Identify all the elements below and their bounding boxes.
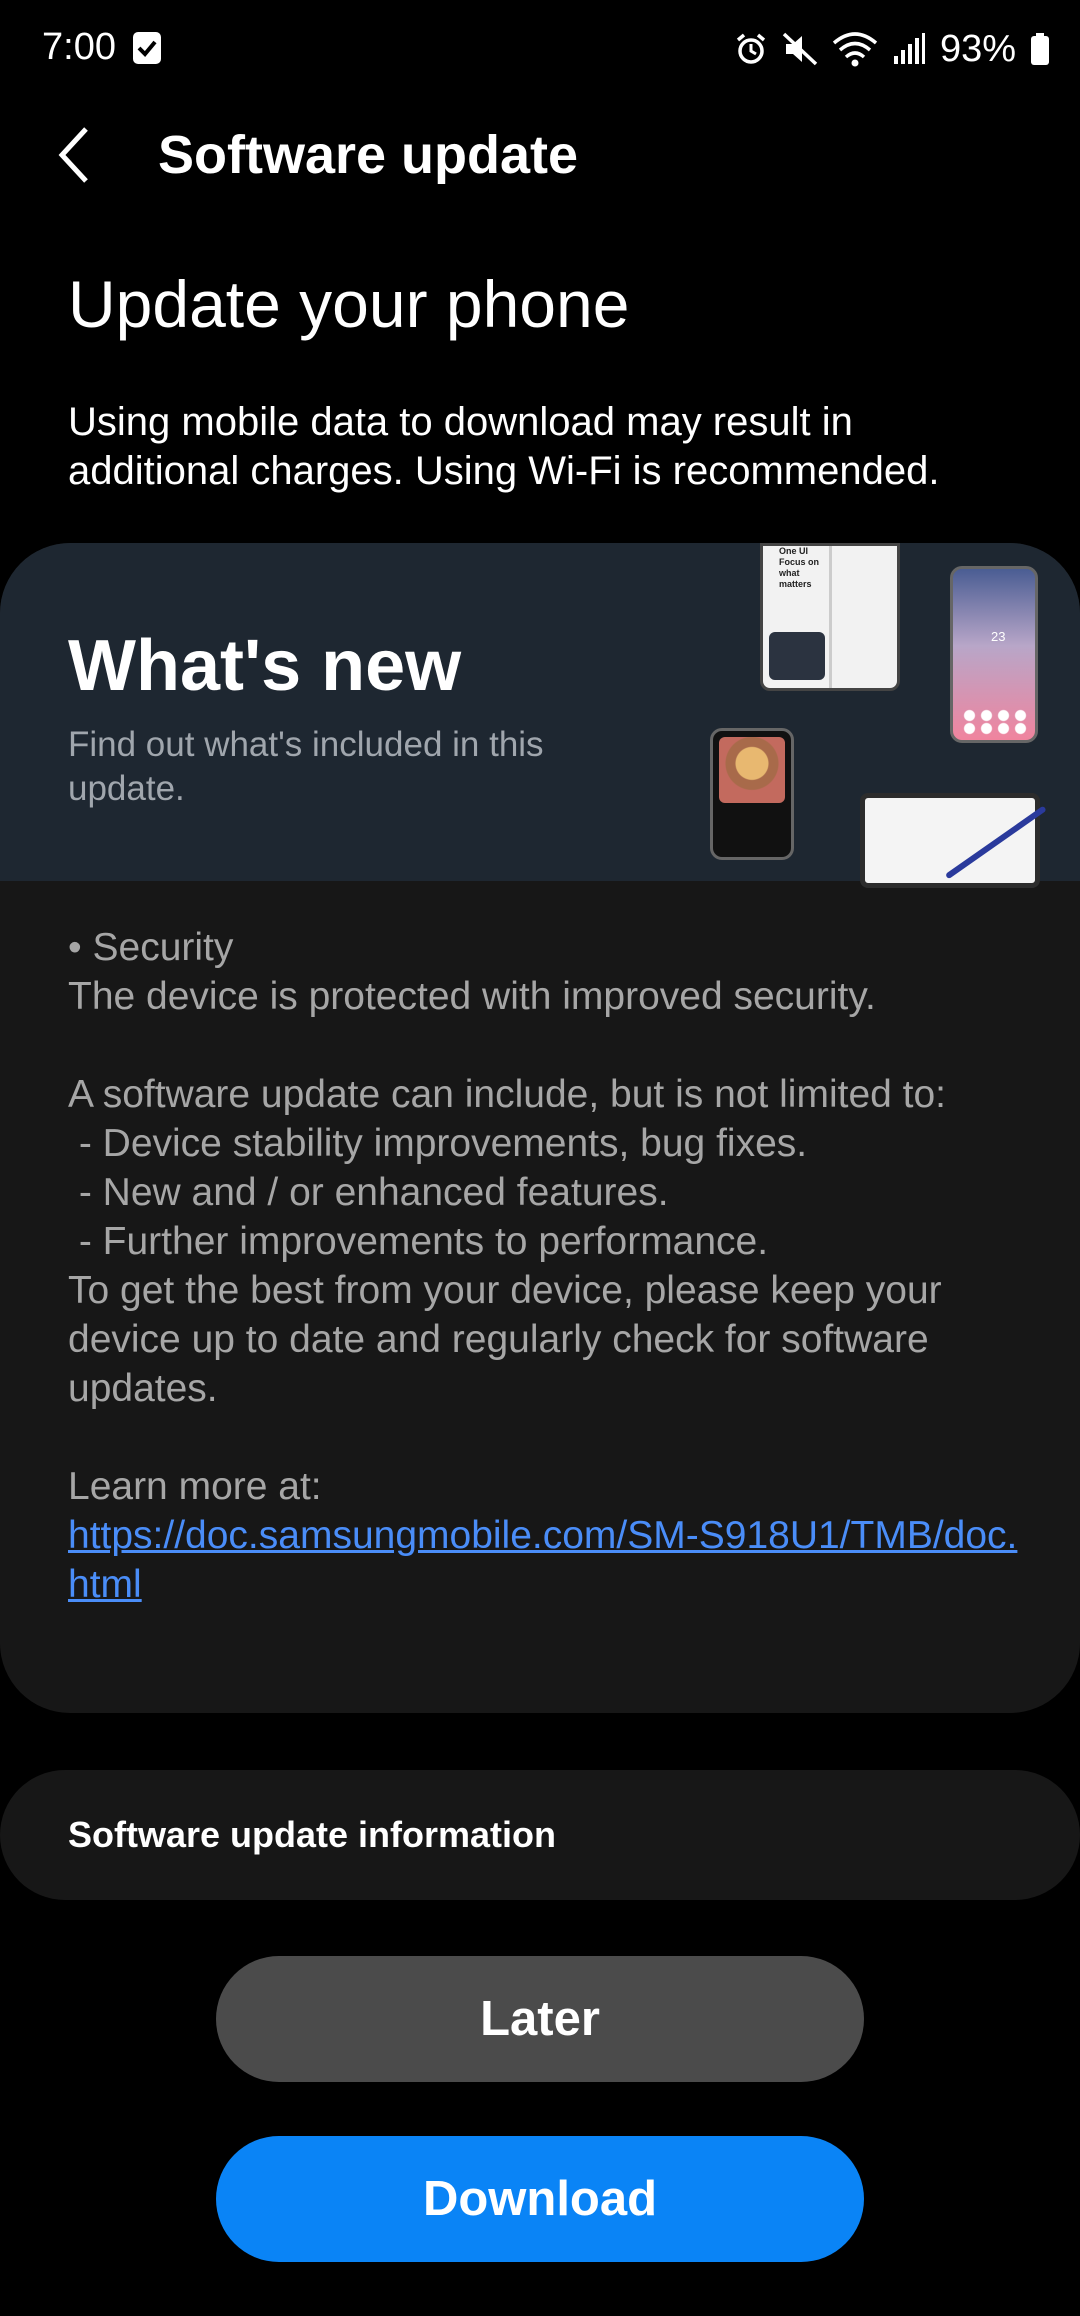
software-update-information-label: Software update information	[68, 1814, 557, 1855]
alarm-icon	[734, 32, 768, 66]
promo-line-1: One UI	[779, 546, 809, 556]
promo-line-2: Focus on what matters	[779, 557, 819, 589]
learn-more-link[interactable]: https://doc.samsungmobile.com/SM-S918U1/…	[68, 1514, 1017, 1606]
battery-icon	[1030, 32, 1050, 66]
chevron-left-icon[interactable]	[56, 125, 96, 185]
status-icons: 93%	[734, 26, 1050, 72]
update-details: • Security The device is protected with …	[68, 923, 1028, 1609]
download-button[interactable]: Download	[216, 2136, 864, 2262]
promo-fold-device-image: One UI Focus on what matters	[760, 543, 900, 691]
header-title: Software update	[158, 125, 579, 185]
whats-new-banner: What's new Find out what's included in t…	[0, 543, 1080, 888]
whats-new-card: What's new Find out what's included in t…	[0, 543, 1080, 1713]
battery-percent: 93%	[939, 27, 1016, 70]
whats-new-subtitle: Find out what's included in this update.	[68, 725, 544, 808]
software-update-information-row[interactable]: Software update information	[0, 1770, 1080, 1900]
data-usage-notice: Using mobile data to download may result…	[68, 400, 940, 493]
mute-icon	[782, 32, 818, 66]
checkbox-icon	[133, 32, 161, 64]
promo-flip-device-image	[710, 728, 794, 860]
promo-phone-image: 23	[950, 566, 1038, 743]
later-button[interactable]: Later	[216, 1956, 864, 2082]
promo-phone-number: 23	[991, 629, 1006, 644]
status-time: 7:00	[42, 26, 116, 68]
whats-new-heading: What's new	[68, 626, 462, 706]
status-bar: 7:00 93%	[0, 0, 1080, 96]
page-title: Update your phone	[68, 267, 630, 341]
wifi-icon	[832, 31, 878, 67]
update-details-text: • Security The device is protected with …	[68, 926, 947, 1508]
signal-icon	[892, 32, 926, 66]
